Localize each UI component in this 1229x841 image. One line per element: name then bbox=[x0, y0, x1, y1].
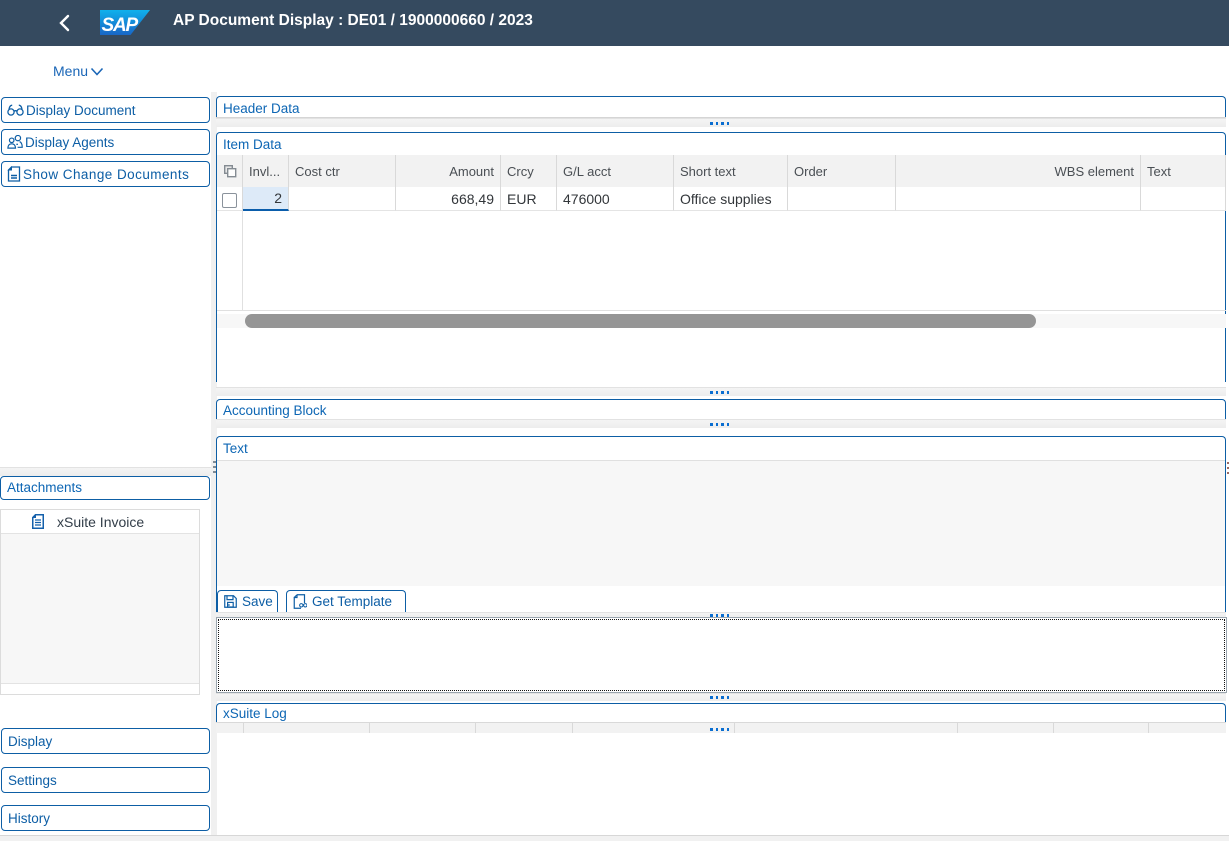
svg-text:SAP: SAP bbox=[102, 15, 139, 35]
